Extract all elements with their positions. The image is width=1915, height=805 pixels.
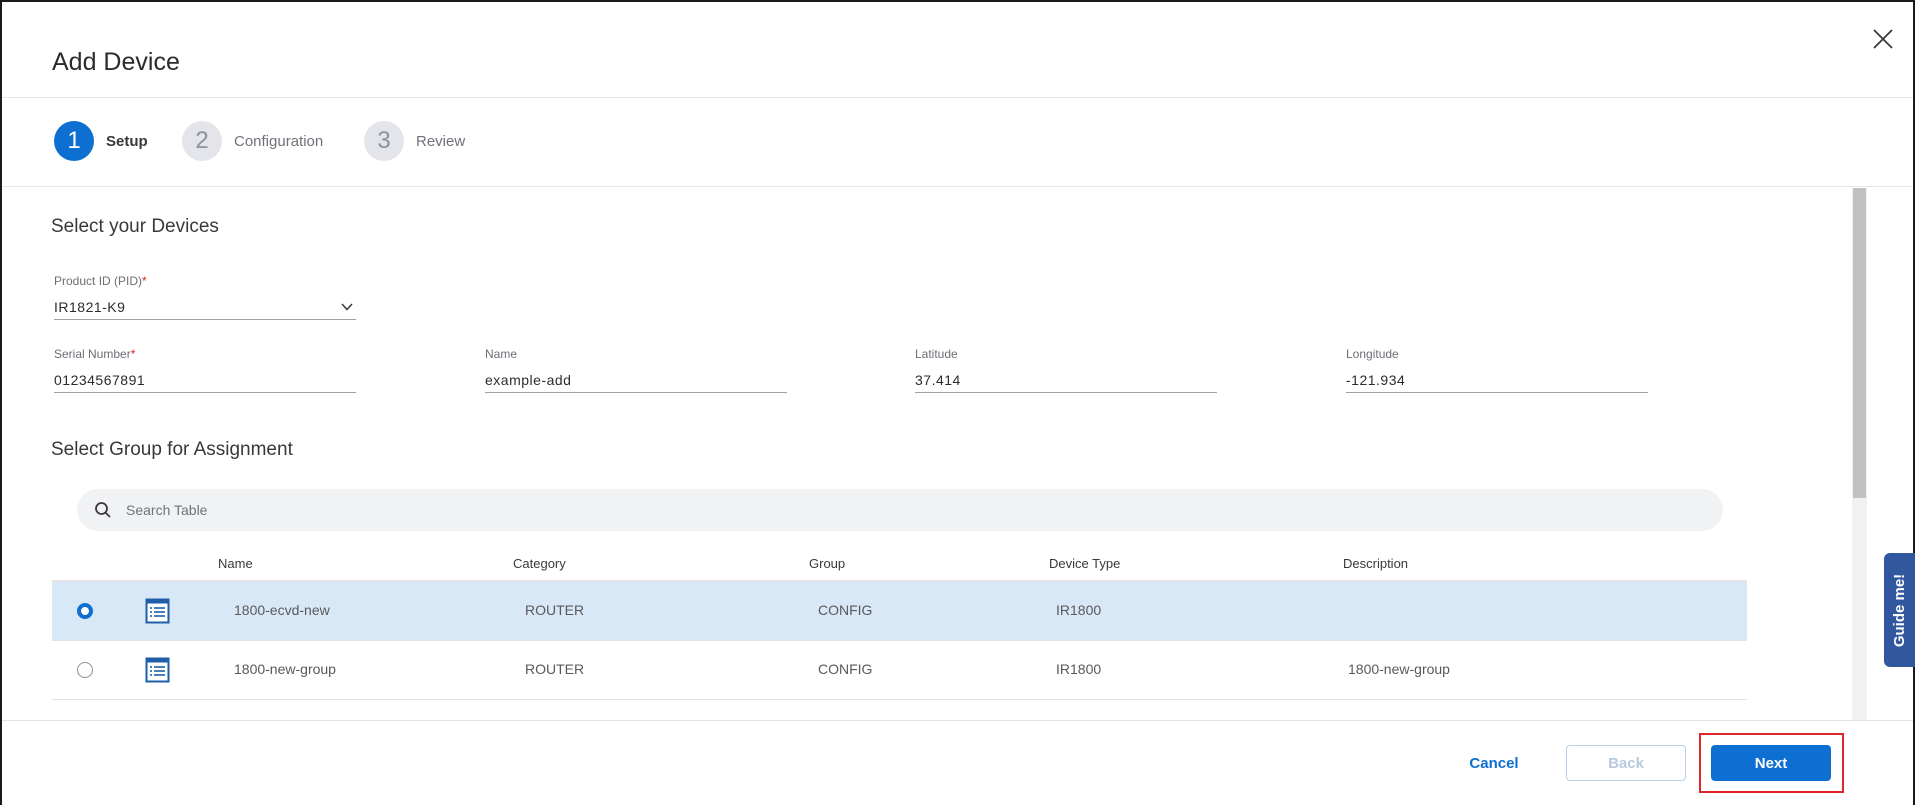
longitude-input[interactable]: -121.934: [1346, 367, 1648, 393]
step-configuration[interactable]: 2 Configuration: [182, 121, 323, 161]
cell-category: ROUTER: [525, 661, 585, 677]
cell-category: ROUTER: [525, 602, 585, 618]
back-button[interactable]: Back: [1566, 745, 1686, 781]
next-button[interactable]: Next: [1711, 745, 1831, 781]
step-number: 2: [182, 121, 222, 161]
name-label: Name: [485, 347, 518, 361]
pid-label: Product ID (PID): [54, 274, 143, 288]
modal-header: Add Device: [2, 2, 1913, 98]
serial-number-field: Serial Number* 01234567891: [54, 347, 356, 393]
pid-field: Product ID (PID)* IR1821-K9: [54, 274, 356, 320]
step-number: 1: [54, 121, 94, 161]
chevron-down-icon: [341, 302, 353, 311]
modal-footer: Cancel Back Next: [2, 720, 1913, 805]
search-bar: [77, 489, 1723, 531]
list-icon: [145, 657, 170, 683]
latitude-label: Latitude: [915, 347, 958, 361]
longitude-value: -121.934: [1346, 371, 1406, 388]
cell-group: CONFIG: [818, 661, 873, 677]
longitude-label: Longitude: [1346, 347, 1399, 361]
modal-content: Select your Devices Product ID (PID)* IR…: [2, 188, 1852, 720]
step-number: 3: [364, 121, 404, 161]
search-input[interactable]: [126, 502, 1626, 518]
table-row[interactable]: 1800-new-group ROUTER CONFIG IR1800 1800…: [52, 641, 1747, 700]
close-icon[interactable]: [1868, 24, 1898, 54]
row-radio[interactable]: [77, 603, 93, 619]
column-header-group[interactable]: Group: [809, 556, 845, 571]
cell-description: 1800-new-group: [1348, 661, 1450, 677]
select-devices-heading: Select your Devices: [51, 216, 219, 237]
step-label: Review: [416, 132, 466, 150]
row-radio[interactable]: [77, 662, 93, 678]
latitude-value: 37.414: [915, 371, 961, 388]
column-header-name[interactable]: Name: [218, 556, 253, 571]
column-header-device-type[interactable]: Device Type: [1049, 556, 1120, 571]
cell-device-type: IR1800: [1056, 602, 1102, 618]
add-device-modal: Add Device 1 Setup 2 Configuration 3 Rev…: [0, 0, 1915, 805]
step-review[interactable]: 3 Review: [364, 121, 465, 161]
column-header-description[interactable]: Description: [1343, 556, 1408, 571]
guide-me-button[interactable]: Guide me!: [1884, 553, 1915, 667]
latitude-input[interactable]: 37.414: [915, 367, 1217, 393]
search-icon: [95, 502, 111, 518]
required-mark: *: [142, 274, 147, 288]
cancel-button[interactable]: Cancel: [1447, 745, 1541, 781]
required-mark: *: [130, 347, 136, 361]
name-input[interactable]: example-add: [485, 367, 787, 393]
table-header: Name Category Group Device Type Descript…: [52, 546, 1747, 582]
serial-number-value: 01234567891: [54, 371, 146, 388]
step-setup[interactable]: 1 Setup: [54, 121, 148, 161]
cell-name: 1800-new-group: [234, 661, 336, 677]
table-row[interactable]: 1800-ecvd-new ROUTER CONFIG IR1800: [52, 582, 1747, 641]
wizard-stepper: 1 Setup 2 Configuration 3 Review: [2, 99, 1913, 187]
serial-number-label: Serial Number: [54, 347, 131, 361]
group-table: Name Category Group Device Type Descript…: [52, 546, 1747, 700]
select-group-heading: Select Group for Assignment: [51, 439, 293, 460]
modal-title: Add Device: [52, 48, 180, 76]
cell-group: CONFIG: [818, 602, 873, 618]
longitude-field: Longitude -121.934: [1346, 347, 1648, 393]
pid-value: IR1821-K9: [54, 298, 126, 315]
latitude-field: Latitude 37.414: [915, 347, 1217, 393]
list-icon: [145, 598, 170, 624]
name-value: example-add: [485, 371, 572, 388]
column-header-category[interactable]: Category: [513, 556, 566, 571]
pid-select[interactable]: IR1821-K9: [54, 294, 356, 320]
scrollbar-thumb[interactable]: [1853, 188, 1866, 498]
guide-me-label: Guide me!: [1891, 573, 1909, 647]
cell-device-type: IR1800: [1056, 661, 1102, 677]
cell-name: 1800-ecvd-new: [234, 602, 330, 618]
step-label: Setup: [106, 132, 148, 150]
step-label: Configuration: [234, 132, 324, 150]
serial-number-input[interactable]: 01234567891: [54, 367, 356, 393]
name-field: Name example-add: [485, 347, 787, 393]
